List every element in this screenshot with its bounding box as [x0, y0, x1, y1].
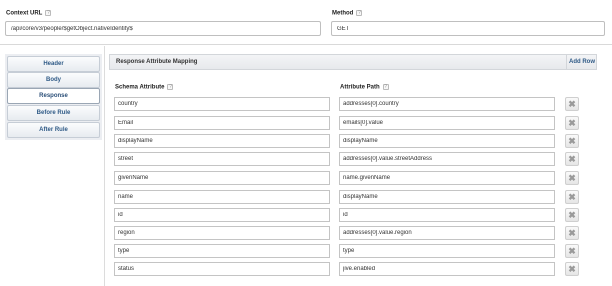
attribute-path-input[interactable] [339, 190, 555, 204]
delete-icon: ✖ [568, 228, 576, 238]
delete-icon: ✖ [568, 246, 576, 256]
attribute-path-input[interactable] [339, 208, 555, 222]
side-nav-response[interactable]: Response [7, 88, 100, 104]
attribute-path-input[interactable] [339, 116, 555, 130]
attribute-path-input[interactable] [339, 171, 555, 185]
side-nav-after-rule-label: After Rule [39, 127, 68, 133]
delete-icon: ✖ [568, 173, 576, 183]
add-row-button[interactable]: Add Row [566, 54, 597, 70]
section-divider [0, 44, 612, 45]
attribute-path-input[interactable] [339, 244, 555, 258]
delete-row-button[interactable]: ✖ [565, 152, 579, 166]
side-nav-header[interactable]: Header [7, 56, 100, 72]
delete-row-button[interactable]: ✖ [565, 262, 579, 276]
help-icon[interactable]: ? [382, 84, 389, 90]
mapping-header: Response Attribute Mapping [109, 54, 597, 70]
delete-row-button[interactable]: ✖ [565, 134, 579, 148]
attribute-path-input[interactable] [339, 134, 555, 148]
delete-icon: ✖ [568, 154, 576, 164]
delete-icon: ✖ [568, 210, 576, 220]
side-nav-body[interactable]: Body [7, 72, 100, 88]
delete-icon: ✖ [568, 192, 576, 202]
method-label: Method? [332, 10, 363, 17]
delete-row-button[interactable]: ✖ [565, 208, 579, 222]
mapping-title: Response Attribute Mapping [116, 59, 198, 65]
context-url-label: Context URL? [6, 10, 52, 17]
attribute-path-input[interactable] [339, 226, 555, 240]
delete-row-button[interactable]: ✖ [565, 116, 579, 130]
schema-attribute-input[interactable] [114, 97, 330, 111]
method-label-text: Method [332, 10, 354, 17]
delete-row-button[interactable]: ✖ [565, 190, 579, 204]
context-url-input[interactable] [5, 21, 321, 36]
side-nav-before-rule-label: Before Rule [36, 110, 71, 116]
help-icon[interactable]: ? [356, 10, 363, 16]
help-icon[interactable]: ? [167, 84, 174, 90]
schema-attribute-input[interactable] [114, 152, 330, 166]
schema-attribute-input[interactable] [114, 116, 330, 130]
side-nav-before-rule[interactable]: Before Rule [7, 105, 100, 121]
schema-attribute-input[interactable] [114, 244, 330, 258]
delete-icon: ✖ [568, 118, 576, 128]
schema-attribute-input[interactable] [114, 262, 330, 276]
delete-icon: ✖ [568, 136, 576, 146]
panel-separator [104, 46, 105, 286]
delete-icon: ✖ [568, 99, 576, 109]
attribute-path-header-text: Attribute Path [340, 84, 380, 91]
side-nav-header-label: Header [43, 61, 64, 67]
schema-attribute-header: Schema Attribute? [115, 84, 174, 91]
help-icon[interactable]: ? [45, 10, 52, 16]
method-input[interactable] [331, 21, 605, 36]
schema-attribute-input[interactable] [114, 134, 330, 148]
side-nav: Header Body Response Before Rule After R… [5, 54, 102, 140]
attribute-path-input[interactable] [339, 152, 555, 166]
delete-row-button[interactable]: ✖ [565, 226, 579, 240]
side-nav-response-label: Response [39, 93, 68, 99]
delete-row-button[interactable]: ✖ [565, 97, 579, 111]
delete-icon: ✖ [568, 264, 576, 274]
attribute-path-header: Attribute Path? [340, 84, 389, 91]
side-nav-after-rule[interactable]: After Rule [7, 122, 100, 138]
delete-row-button[interactable]: ✖ [565, 171, 579, 185]
side-nav-body-label: Body [46, 77, 61, 83]
context-url-label-text: Context URL [6, 10, 43, 17]
attribute-path-input[interactable] [339, 97, 555, 111]
schema-attribute-header-text: Schema Attribute [115, 84, 165, 91]
schema-attribute-input[interactable] [114, 190, 330, 204]
schema-attribute-input[interactable] [114, 208, 330, 222]
attribute-path-input[interactable] [339, 262, 555, 276]
schema-attribute-input[interactable] [114, 171, 330, 185]
schema-attribute-input[interactable] [114, 226, 330, 240]
delete-row-button[interactable]: ✖ [565, 244, 579, 258]
